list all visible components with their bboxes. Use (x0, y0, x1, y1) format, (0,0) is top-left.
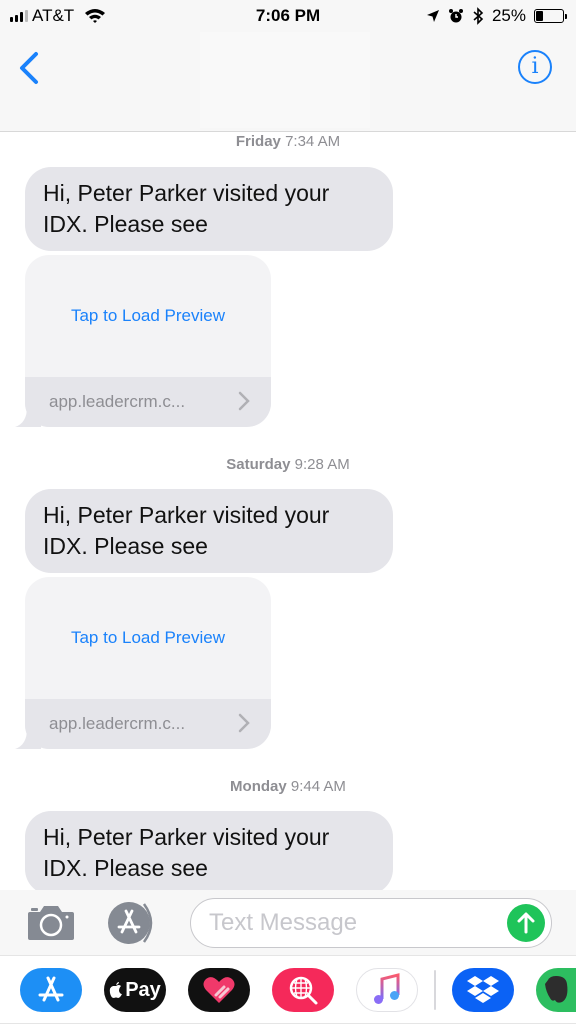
timestamp-time: 9:44 AM (290, 778, 346, 795)
location-icon (426, 10, 439, 22)
message-bubble[interactable]: Hi, Peter Parker visited your IDX. Pleas… (25, 489, 393, 573)
bubble-tail (15, 407, 41, 427)
apple-pay-app[interactable]: Pay (104, 968, 166, 1012)
send-button[interactable] (507, 904, 545, 942)
image-search-app[interactable] (272, 968, 334, 1012)
chevron-right-icon (238, 391, 250, 411)
link-preview-card[interactable]: Tap to Load Preview app.leadercrm.c... (15, 577, 271, 749)
battery-percent: 25% (491, 6, 526, 25)
timestamp: Monday 9:44 AM (0, 778, 576, 795)
link-domain: app.leadercrm.c... (49, 392, 186, 411)
status-bar: AT&T 7:06 PM 25% (0, 0, 576, 32)
alarm-icon (448, 9, 463, 23)
camera-icon (28, 906, 74, 940)
imessage-app-drawer: Pay (0, 955, 576, 1024)
chevron-left-icon (20, 52, 38, 84)
conversation-header: i (0, 32, 576, 132)
globe-search-icon (289, 976, 318, 1005)
send-arrow-icon (517, 912, 535, 934)
timestamp-day: Monday (230, 778, 287, 795)
info-icon: i (531, 54, 539, 79)
dropbox-icon (467, 976, 499, 1003)
link-domain: app.leadercrm.c... (49, 714, 186, 733)
timestamp-time: 7:34 AM (285, 133, 341, 150)
message-input-field[interactable] (190, 898, 552, 948)
apple-pay-label: Pay (125, 978, 161, 1001)
music-app[interactable] (356, 968, 418, 1012)
message-bubble[interactable]: Hi, Peter Parker visited your IDX. Pleas… (25, 811, 393, 890)
link-preview-card[interactable]: Tap to Load Preview app.leadercrm.c... (15, 255, 271, 427)
tap-to-load-preview[interactable]: Tap to Load Preview (25, 577, 271, 699)
heart-icon (203, 977, 235, 1003)
timestamp: Saturday 9:28 AM (0, 456, 576, 473)
apple-pay-icon (110, 982, 123, 998)
timestamp-day: Friday (235, 133, 281, 150)
message-bubble[interactable]: Hi, Peter Parker visited your IDX. Pleas… (25, 167, 393, 251)
timestamp: Friday 7:34 AM (0, 133, 576, 150)
apps-button[interactable] (106, 900, 162, 946)
back-button[interactable] (14, 48, 44, 88)
tap-to-load-preview[interactable]: Tap to Load Preview (25, 255, 271, 377)
contact-name-redacted[interactable] (200, 32, 370, 128)
chevron-right-icon (238, 713, 250, 733)
battery-level (536, 11, 543, 21)
bluetooth-icon (473, 7, 484, 25)
battery-icon (534, 9, 567, 23)
app-store-icon (108, 902, 153, 944)
link-preview-footer[interactable]: app.leadercrm.c... (25, 699, 271, 749)
music-note-icon (374, 973, 400, 1004)
app-store-icon (38, 976, 64, 1002)
timestamp-day: Saturday (226, 456, 291, 473)
info-button[interactable]: i (518, 50, 552, 84)
message-input[interactable] (209, 907, 489, 939)
timestamp-time: 9:28 AM (294, 456, 350, 473)
digital-touch-app[interactable] (188, 968, 250, 1012)
app-drawer-divider (434, 970, 436, 1010)
message-thread[interactable]: Friday 7:34 AM Hi, Peter Parker visited … (0, 133, 576, 890)
dropbox-app[interactable] (452, 968, 514, 1012)
bubble-tail (15, 729, 41, 749)
camera-button[interactable] (26, 904, 76, 942)
link-preview-footer[interactable]: app.leadercrm.c... (25, 377, 271, 427)
evernote-app[interactable] (536, 968, 576, 1012)
app-store-app[interactable] (20, 968, 82, 1012)
evernote-icon (545, 976, 568, 1003)
compose-bar (0, 890, 576, 955)
